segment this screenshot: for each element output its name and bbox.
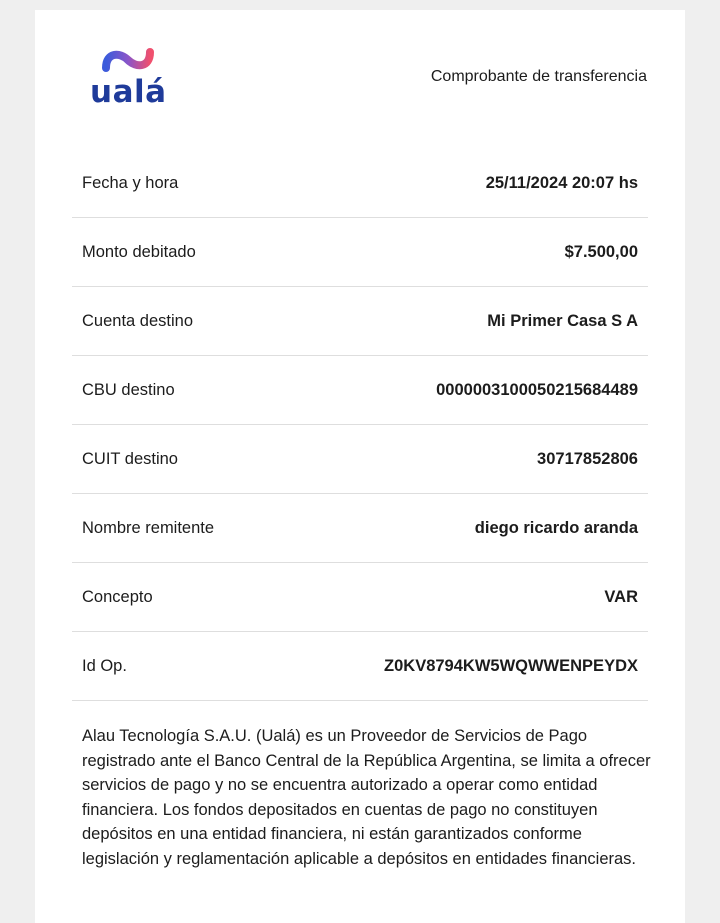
field-label: CUIT destino xyxy=(82,449,178,468)
receipt-details: Fecha y hora 25/11/2024 20:07 hs Monto d… xyxy=(72,149,648,701)
field-label: Concepto xyxy=(82,587,153,606)
row-monto-debitado: Monto debitado $7.500,00 xyxy=(72,218,648,287)
field-value: VAR xyxy=(604,587,638,606)
field-value: 30717852806 xyxy=(537,449,638,468)
field-value: Z0KV8794KW5WQWWENPEYDX xyxy=(384,656,638,675)
row-fecha-hora: Fecha y hora 25/11/2024 20:07 hs xyxy=(72,149,648,218)
field-label: Nombre remitente xyxy=(82,518,215,537)
row-cuit-destino: CUIT destino 30717852806 xyxy=(72,425,648,494)
row-cuenta-destino: Cuenta destino Mi Primer Casa S A xyxy=(72,287,648,356)
field-label: Cuenta destino xyxy=(82,311,193,330)
row-id-op: Id Op. Z0KV8794KW5WQWWENPEYDX xyxy=(72,632,648,701)
field-label: Id Op. xyxy=(82,656,127,675)
field-label: Fecha y hora xyxy=(82,173,179,192)
page-title: Comprobante de transferencia xyxy=(430,68,647,85)
field-value: 0000003100050215684489 xyxy=(436,380,638,399)
row-cbu-destino: CBU destino 0000003100050215684489 xyxy=(72,356,648,425)
uala-wave-icon xyxy=(102,48,154,72)
field-value: $7.500,00 xyxy=(564,242,638,261)
field-label: CBU destino xyxy=(82,380,175,399)
field-value: 25/11/2024 20:07 hs xyxy=(485,173,638,192)
row-concepto: Concepto VAR xyxy=(72,563,648,632)
uala-wordmark: ualá xyxy=(90,74,167,110)
field-value: diego ricardo aranda xyxy=(474,518,638,537)
field-label: Monto debitado xyxy=(82,242,196,261)
row-nombre-remitente: Nombre remitente diego ricardo aranda xyxy=(72,494,648,563)
field-value: Mi Primer Casa S A xyxy=(487,311,638,330)
legal-disclaimer: Alau Tecnología S.A.U. (Ualá) es un Prov… xyxy=(82,727,651,868)
uala-logo: ualá xyxy=(90,46,166,118)
transfer-receipt: ualá Comprobante de transferencia Fecha … xyxy=(35,10,685,923)
